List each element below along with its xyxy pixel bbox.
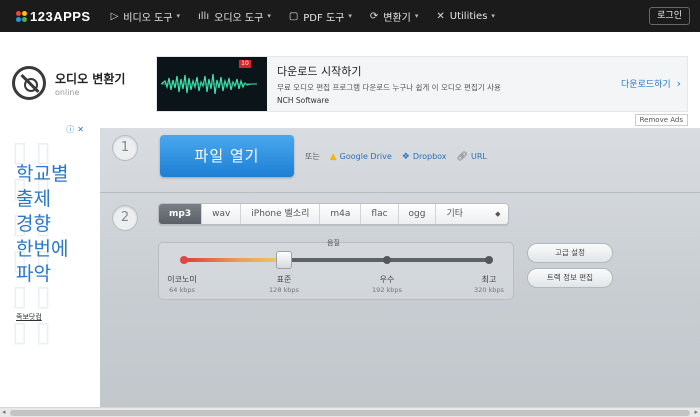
- ad-description: 무료 오디오 편집 프로그램 다운로드 누구나 쉽게 이 오디오 편집기 사용: [277, 83, 501, 92]
- format-more-dropdown[interactable]: 기타 ◆: [436, 204, 509, 224]
- source-label: Dropbox: [412, 152, 447, 161]
- quality-stop-economy[interactable]: [180, 256, 188, 264]
- convert-icon: ⟳: [369, 10, 379, 22]
- dropbox-link[interactable]: ❖ Dropbox: [402, 152, 447, 162]
- nav-label: 변환기: [383, 12, 411, 24]
- format-tab-flac[interactable]: flac: [361, 204, 399, 224]
- waveform-icon: [161, 73, 257, 95]
- google-drive-icon: ▲: [329, 151, 337, 162]
- left-ad-banner[interactable]: ▯▯ ▯▯ ▯▯ ▯▯ ▯▯ ▯▯ ⓘ ✕ 학교별 출제 경향 한번에 파악 족보닷컴: [10, 122, 90, 417]
- chevron-down-icon: ▾: [267, 12, 271, 20]
- quality-title: 음질: [327, 239, 340, 247]
- nav-label: Utilities: [449, 10, 488, 22]
- open-file-button[interactable]: 파일 열기: [160, 135, 294, 177]
- scroll-right-icon[interactable]: ▸: [694, 408, 698, 417]
- file-sources: 또는 ▲ Google Drive ❖ Dropbox 🔗︎ URL: [305, 151, 497, 162]
- quality-slider-handle[interactable]: [276, 251, 292, 269]
- app-subtitle: online: [55, 87, 80, 97]
- top-ad-banner[interactable]: 10 다운로드 시작하기 무료 오디오 편집 프로그램 다운로드 누구나 쉽게 …: [156, 56, 688, 112]
- format-tabs: mp3 wav iPhone 벨소리 m4a flac ogg 기타 ◆: [158, 203, 510, 225]
- play-icon: ▷: [110, 10, 119, 22]
- audio-wave-icon: ıllı: [198, 10, 210, 22]
- scrollbar-thumb[interactable]: [10, 410, 690, 416]
- quality-stop-good[interactable]: [383, 256, 391, 264]
- pdf-icon: ▢: [288, 10, 299, 22]
- format-tab-mp3[interactable]: mp3: [159, 204, 203, 224]
- quality-label-good: 우수 192 kbps: [357, 274, 417, 294]
- ad-line: 한번에: [16, 238, 69, 260]
- horizontal-scrollbar[interactable]: ◂ ▸: [0, 407, 700, 417]
- step-2-badge: 2: [112, 205, 138, 231]
- source-label: Google Drive: [339, 152, 392, 161]
- quality-label-best: 최고 320 kbps: [459, 274, 519, 294]
- ad-choices-icon[interactable]: ⓘ ✕: [66, 124, 84, 135]
- ad-waveform-image: 10: [157, 57, 267, 111]
- advanced-settings-button[interactable]: 고급 설정: [527, 243, 613, 263]
- logo-dots-icon: [16, 10, 27, 22]
- or-label: 또는: [305, 152, 320, 161]
- nav-label: 비디오 도구: [123, 12, 173, 24]
- link-icon: 🔗︎: [456, 151, 468, 162]
- nav-pdf-tools[interactable]: ▢ PDF 도구 ▾: [289, 9, 352, 24]
- quality-kbps: 64 kbps: [169, 286, 195, 294]
- chevron-right-icon: ›: [676, 77, 681, 90]
- scroll-left-icon[interactable]: ◂: [2, 408, 6, 417]
- up-down-arrows-icon: ◆: [495, 210, 501, 218]
- nav-converters[interactable]: ⟳ 변환기 ▾: [370, 9, 419, 24]
- quality-stop-best[interactable]: [485, 256, 493, 264]
- chevron-down-icon: ▾: [348, 12, 352, 20]
- ad-download-link[interactable]: 다운로드하기 ›: [621, 77, 681, 90]
- dropbox-icon: ❖: [401, 151, 410, 162]
- quality-kbps: 192 kbps: [372, 286, 402, 294]
- format-tab-iphone-ringtone[interactable]: iPhone 벨소리: [241, 204, 321, 224]
- nav-label: 오디오 도구: [214, 12, 264, 24]
- logo[interactable]: 123APPS: [16, 9, 91, 24]
- url-link[interactable]: 🔗︎ URL: [457, 152, 487, 162]
- audio-disc-icon: [12, 66, 46, 100]
- format-tab-ogg[interactable]: ogg: [398, 204, 437, 224]
- top-nav-bar: 123APPS ▷ 비디오 도구 ▾ ıllı 오디오 도구 ▾ ▢ PDF 도…: [0, 0, 700, 32]
- nav-utilities[interactable]: ✕ Utilities ▾: [436, 11, 495, 22]
- nav-audio-tools[interactable]: ıllı 오디오 도구 ▾: [198, 9, 271, 24]
- ad-sponsor: NCH Software: [277, 96, 329, 105]
- quality-name: 이코노미: [167, 275, 197, 284]
- quality-name: 표준: [276, 275, 292, 284]
- app-title: 오디오 변환기: [55, 71, 126, 86]
- remove-ads-button[interactable]: Remove Ads: [634, 114, 688, 126]
- quality-name: 최고: [481, 275, 497, 284]
- left-ad-footer[interactable]: 족보닷컴: [16, 312, 42, 322]
- ad-line: 경향: [16, 213, 51, 235]
- source-label: URL: [470, 152, 487, 161]
- chevron-down-icon: ▾: [176, 12, 180, 20]
- quality-label-economy: 이코노미 64 kbps: [152, 274, 212, 294]
- quality-kbps: 128 kbps: [269, 286, 299, 294]
- nav-video-tools[interactable]: ▷ 비디오 도구 ▾: [111, 9, 180, 24]
- logo-text: 123APPS: [30, 8, 91, 24]
- more-label: 기타: [446, 209, 464, 219]
- ad-badge: 10: [239, 60, 251, 68]
- google-drive-link[interactable]: ▲ Google Drive: [330, 152, 392, 162]
- quality-kbps: 320 kbps: [474, 286, 504, 294]
- chevron-down-icon: ▾: [414, 12, 419, 20]
- step-1-badge: 1: [112, 135, 138, 161]
- format-tab-wav[interactable]: wav: [202, 204, 242, 224]
- format-tab-m4a[interactable]: m4a: [320, 204, 362, 224]
- ad-line: 학교별: [16, 163, 69, 185]
- ad-line: 출제: [16, 188, 51, 210]
- ad-cta-label: 다운로드하기: [621, 80, 671, 90]
- edit-track-info-button[interactable]: 트랙 정보 편집: [527, 268, 613, 288]
- ad-heading[interactable]: 다운로드 시작하기: [277, 63, 597, 79]
- nav-label: PDF 도구: [303, 12, 345, 24]
- tools-icon: ✕: [436, 10, 445, 22]
- chevron-down-icon: ▾: [491, 12, 495, 20]
- quality-name: 우수: [379, 275, 395, 284]
- app-header: 오디오 변환기 online: [12, 66, 125, 100]
- ad-line: 파악: [16, 263, 51, 285]
- quality-label-standard: 표준 128 kbps: [254, 274, 314, 294]
- close-icon[interactable]: ✕: [77, 125, 84, 134]
- step-divider: [100, 192, 700, 193]
- left-ad-copy: 학교별 출제 경향 한번에 파악: [16, 162, 68, 287]
- login-button[interactable]: 로그인: [649, 7, 690, 25]
- quality-slider-track[interactable]: [183, 258, 490, 262]
